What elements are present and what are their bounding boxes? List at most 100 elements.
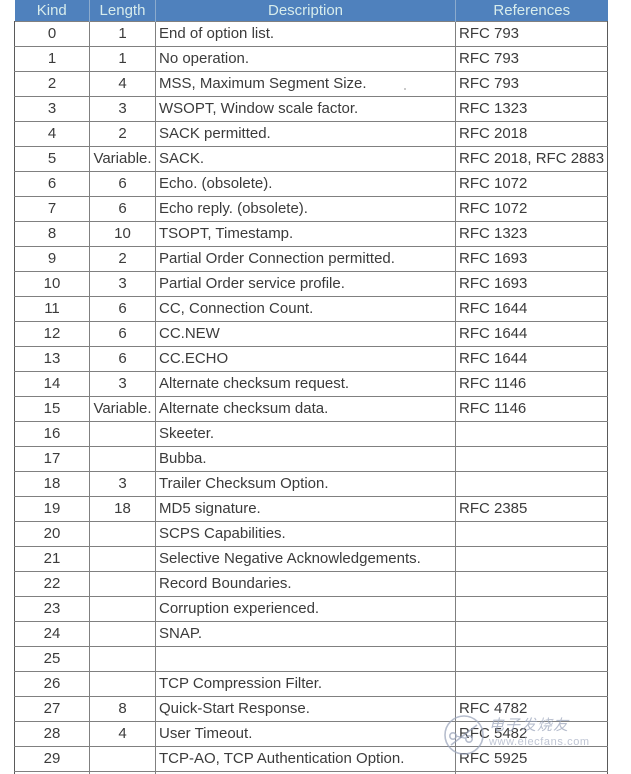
- table-row[interactable]: 12 6 CC.NEW RFC 1644: [14, 321, 608, 347]
- cell-length: 6: [89, 346, 156, 372]
- cell-length: [89, 671, 156, 697]
- cell-length: [89, 446, 156, 472]
- cell-kind: 14: [14, 371, 90, 397]
- cell-length: 3: [89, 371, 156, 397]
- cell-kind: 28: [14, 721, 90, 747]
- cell-description: Selective Negative Acknowledgements.: [155, 546, 456, 572]
- table-row[interactable]: 2 4 MSS, Maximum Segment Size. RFC 793: [14, 71, 608, 97]
- cell-kind: 6: [14, 171, 90, 197]
- cell-kind: 24: [14, 621, 90, 647]
- cell-description: Echo reply. (obsolete).: [155, 196, 456, 222]
- cell-length: [89, 621, 156, 647]
- table-row[interactable]: 4 2 SACK permitted. RFC 2018: [14, 121, 608, 147]
- table-row[interactable]: 29 TCP-AO, TCP Authentication Option. RFC …: [14, 746, 608, 772]
- cell-length: Variable.: [89, 146, 156, 172]
- cell-length: [89, 596, 156, 622]
- cell-references: RFC 1323: [455, 96, 608, 122]
- column-header-length[interactable]: Length: [89, 0, 156, 22]
- cell-kind: 8: [14, 221, 90, 247]
- table-row[interactable]: 6 6 Echo. (obsolete). RFC 1072: [14, 171, 608, 197]
- table-body: 0 1 End of option list. RFC 793 1 1 No operati…: [14, 21, 608, 774]
- table-row[interactable]: 19 18 MD5 signature. RFC 2385: [14, 496, 608, 522]
- cell-length: 4: [89, 721, 156, 747]
- cell-description: SNAP.: [155, 621, 456, 647]
- table-row[interactable]: 1 1 No operation. RFC 793: [14, 46, 608, 72]
- cell-references: [455, 621, 608, 647]
- cell-description: Partial Order Connection permitted.: [155, 246, 456, 272]
- cell-kind: 5: [14, 146, 90, 172]
- cell-kind: 2: [14, 71, 90, 97]
- cell-description: Echo. (obsolete).: [155, 171, 456, 197]
- table-row[interactable]: 22 Record Boundaries.: [14, 571, 608, 597]
- cell-length: 6: [89, 196, 156, 222]
- column-header-references[interactable]: References: [455, 0, 608, 22]
- cell-length: 10: [89, 221, 156, 247]
- cell-kind: 3: [14, 96, 90, 122]
- cell-description: SACK permitted.: [155, 121, 456, 147]
- cell-length: 3: [89, 271, 156, 297]
- cell-references: RFC 2018, RFC 2883: [455, 146, 608, 172]
- cell-description: SACK.: [155, 146, 456, 172]
- cell-kind: 25: [14, 646, 90, 672]
- table-row[interactable]: 18 3 Trailer Checksum Option.: [14, 471, 608, 497]
- cell-length: 2: [89, 121, 156, 147]
- table-row[interactable]: 25: [14, 646, 608, 672]
- table-row[interactable]: 8 10 TSOPT, Timestamp. RFC 1323: [14, 221, 608, 247]
- table-row[interactable]: 5 Variable. SACK. RFC 2018, RFC 2883: [14, 146, 608, 172]
- tcp-options-table: Kind Length Description References 0 1 End…: [14, 0, 608, 774]
- cell-description: TCP-AO, TCP Authentication Option.: [155, 746, 456, 772]
- cell-references: RFC 1146: [455, 371, 608, 397]
- table-row[interactable]: 11 6 CC, Connection Count. RFC 1644: [14, 296, 608, 322]
- table-row[interactable]: 24 SNAP.: [14, 621, 608, 647]
- table-row[interactable]: 23 Corruption experienced.: [14, 596, 608, 622]
- cell-length: [89, 421, 156, 447]
- table-row[interactable]: 28 4 User Timeout. RFC 5482: [14, 721, 608, 747]
- table-row[interactable]: 21 Selective Negative Acknowledgements.: [14, 546, 608, 572]
- cell-references: RFC 793: [455, 71, 608, 97]
- table-row[interactable]: 20 SCPS Capabilities.: [14, 521, 608, 547]
- cell-description: TCP Compression Filter.: [155, 671, 456, 697]
- cell-description: CC.NEW: [155, 321, 456, 347]
- cell-references: [455, 421, 608, 447]
- cell-kind: 7: [14, 196, 90, 222]
- cell-description: WSOPT, Window scale factor.: [155, 96, 456, 122]
- cell-description: CC.ECHO: [155, 346, 456, 372]
- cell-kind: 22: [14, 571, 90, 597]
- table-row[interactable]: 3 3 WSOPT, Window scale factor. RFC 1323: [14, 96, 608, 122]
- table-header: Kind Length Description References: [14, 0, 608, 22]
- table-row[interactable]: 9 2 Partial Order Connection permitted. RFC…: [14, 246, 608, 272]
- cell-length: [89, 521, 156, 547]
- cell-length: 3: [89, 471, 156, 497]
- scan-speck-artifact: [404, 88, 406, 90]
- cell-references: RFC 4782: [455, 696, 608, 722]
- column-header-description[interactable]: Description: [155, 0, 456, 22]
- cell-length: 4: [89, 71, 156, 97]
- table-row[interactable]: 10 3 Partial Order service profile. RFC 169…: [14, 271, 608, 297]
- table-row[interactable]: 16 Skeeter.: [14, 421, 608, 447]
- cell-references: [455, 521, 608, 547]
- cell-length: [89, 546, 156, 572]
- cell-description: CC, Connection Count.: [155, 296, 456, 322]
- table-row[interactable]: 15 Variable. Alternate checksum data. RFC 1…: [14, 396, 608, 422]
- cell-kind: 16: [14, 421, 90, 447]
- cell-description: SCPS Capabilities.: [155, 521, 456, 547]
- table-row[interactable]: 27 8 Quick-Start Response. RFC 4782: [14, 696, 608, 722]
- table-row[interactable]: 7 6 Echo reply. (obsolete). RFC 1072: [14, 196, 608, 222]
- cell-kind: 21: [14, 546, 90, 572]
- cell-references: [455, 546, 608, 572]
- cell-length: 6: [89, 321, 156, 347]
- cell-description: Alternate checksum request.: [155, 371, 456, 397]
- cell-references: RFC 1072: [455, 196, 608, 222]
- cell-references: RFC 1146: [455, 396, 608, 422]
- table-row[interactable]: 26 TCP Compression Filter.: [14, 671, 608, 697]
- table-row[interactable]: 17 Bubba.: [14, 446, 608, 472]
- cell-references: [455, 671, 608, 697]
- cell-description: TSOPT, Timestamp.: [155, 221, 456, 247]
- cell-references: RFC 1693: [455, 246, 608, 272]
- column-header-kind[interactable]: Kind: [14, 0, 90, 22]
- table-row[interactable]: 0 1 End of option list. RFC 793: [14, 21, 608, 47]
- cell-length: 2: [89, 246, 156, 272]
- table-row[interactable]: 13 6 CC.ECHO RFC 1644: [14, 346, 608, 372]
- cell-description: MD5 signature.: [155, 496, 456, 522]
- table-row[interactable]: 14 3 Alternate checksum request. RFC 1146: [14, 371, 608, 397]
